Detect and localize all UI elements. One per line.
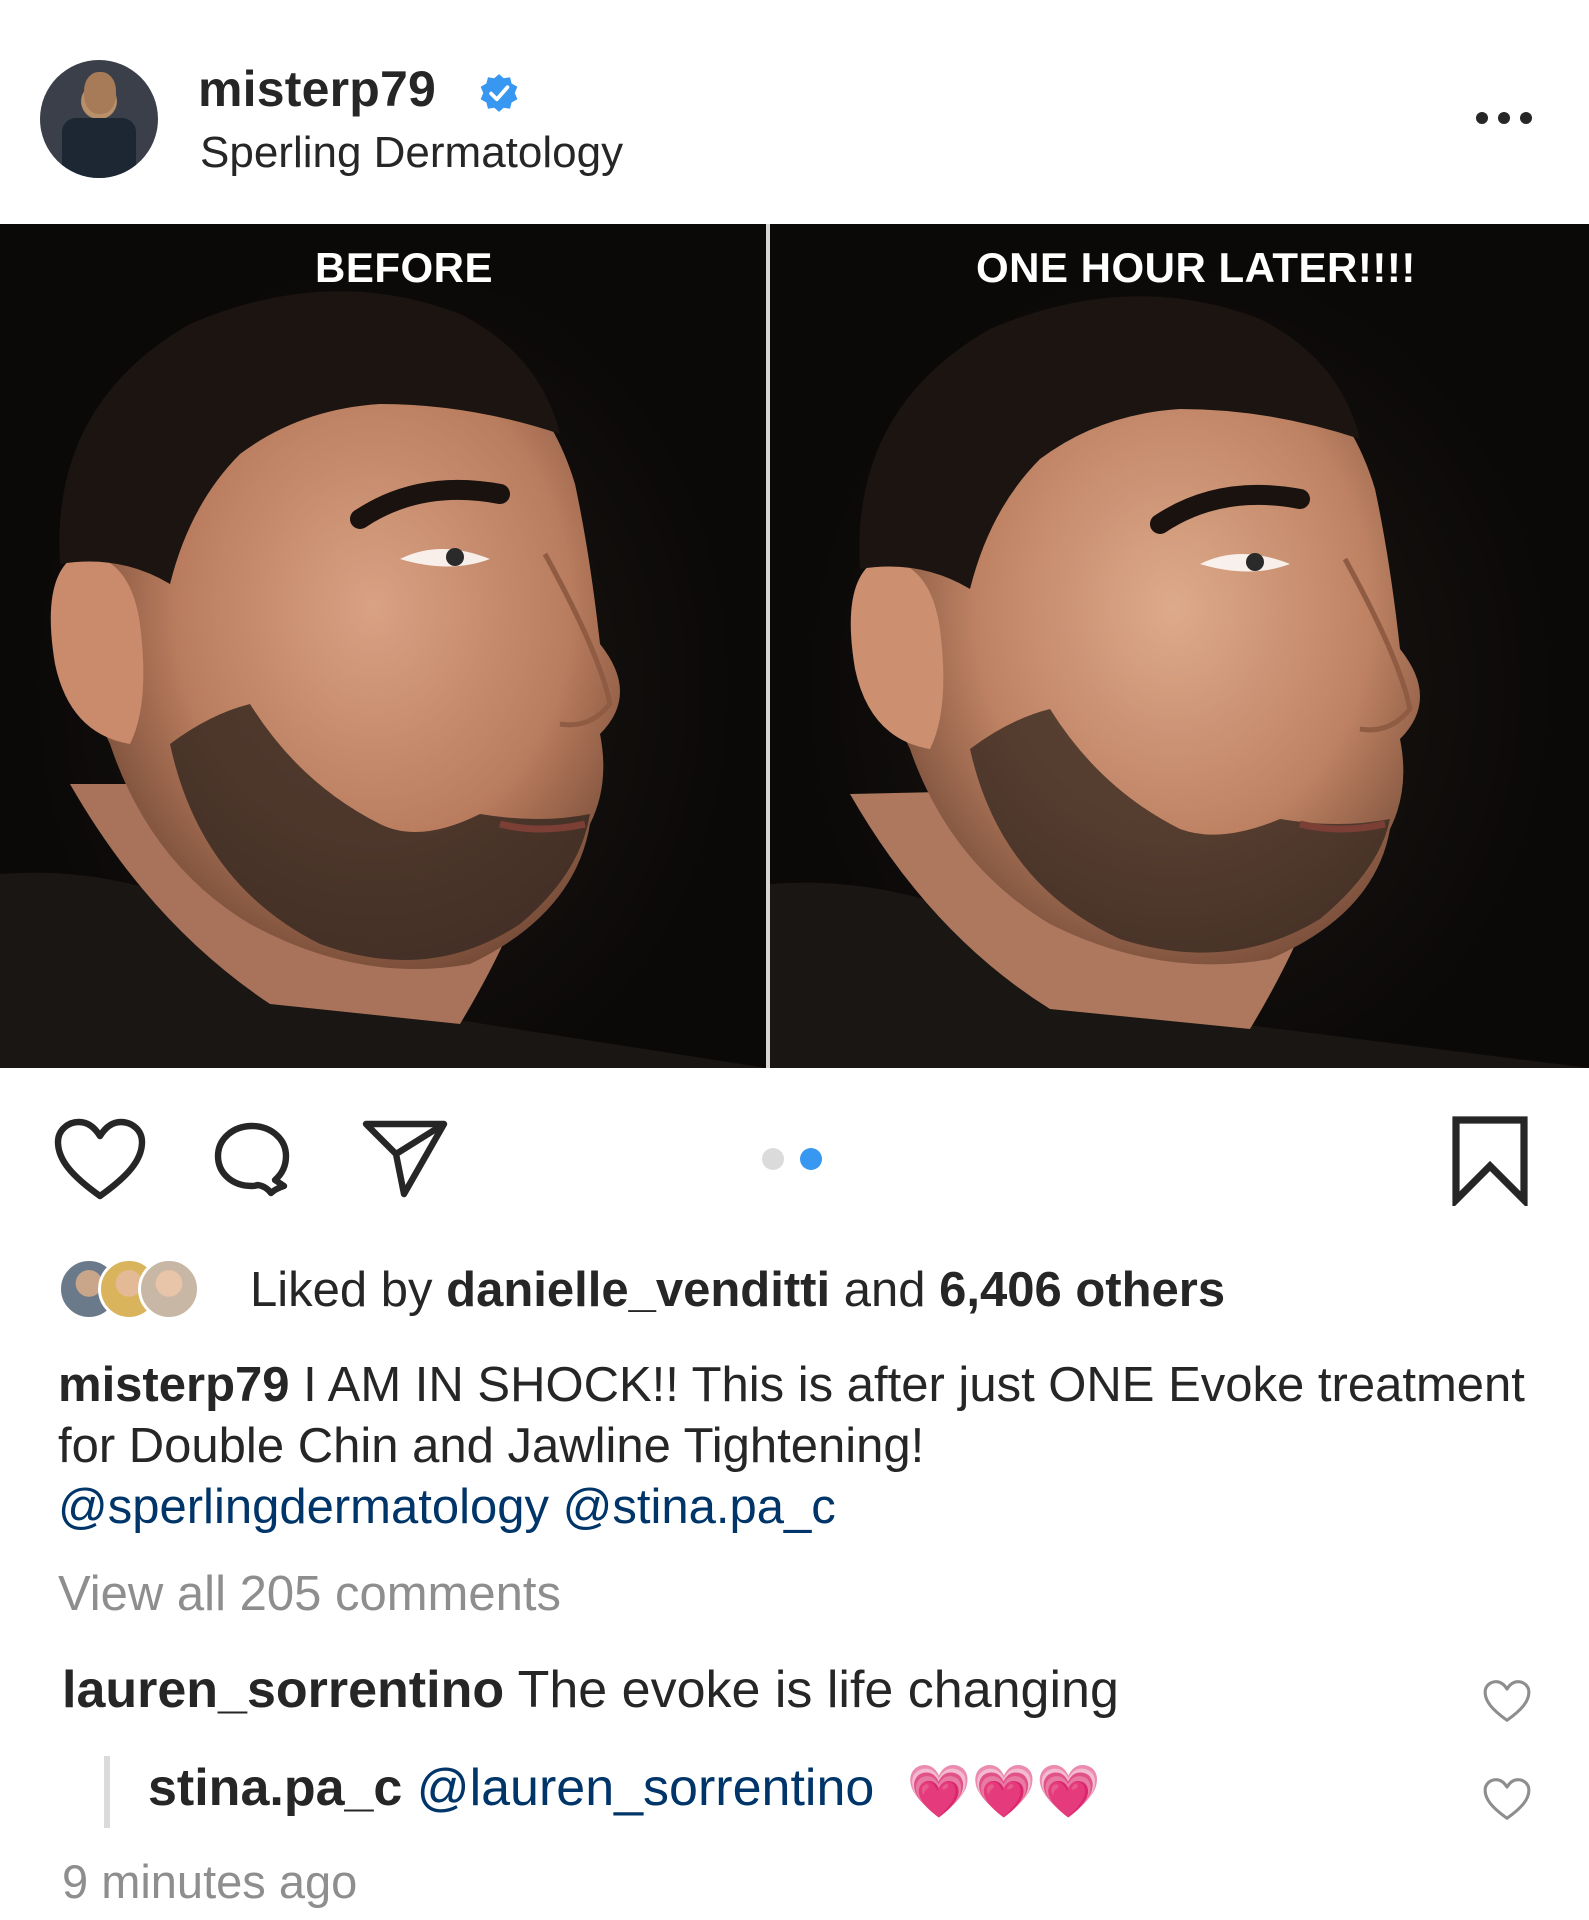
after-label: ONE HOUR LATER!!!! — [976, 244, 1416, 291]
post-header: misterp79 Sperling Dermatology — [0, 0, 1589, 224]
caption-username[interactable]: misterp79 — [58, 1358, 290, 1412]
heart-emojis: 💗💗💗 — [906, 1762, 1101, 1821]
liker-avatar — [138, 1258, 200, 1320]
before-photo: BEFORE — [0, 224, 766, 1068]
avatar-shirt — [62, 118, 136, 178]
after-photo: ONE HOUR LATER!!!! — [770, 224, 1589, 1068]
carousel-indicator — [762, 1148, 832, 1172]
post-image[interactable]: BEFORE ONE HOUR LATER!!!! — [0, 224, 1589, 1068]
post-username[interactable]: misterp79 — [198, 60, 436, 118]
comment-text: The evoke is life changing — [504, 1661, 1119, 1719]
mention-link[interactable]: @sperlingdermatology — [58, 1480, 549, 1534]
after-face-image — [770, 296, 1589, 1068]
view-all-comments-link[interactable]: View all 205 comments — [58, 1566, 561, 1622]
reply-like-heart-icon[interactable] — [1482, 1776, 1532, 1822]
likes-summary[interactable]: Liked by danielle_venditti and 6,406 oth… — [58, 1254, 1458, 1326]
before-label: BEFORE — [315, 244, 494, 291]
reply-username[interactable]: stina.pa_c — [148, 1759, 402, 1817]
mention-link[interactable]: @stina.pa_c — [563, 1480, 836, 1534]
carousel-dot-1[interactable] — [762, 1148, 784, 1170]
post-caption: misterp79 I AM IN SHOCK!! This is after … — [58, 1355, 1528, 1538]
verified-badge-icon — [480, 74, 518, 112]
heart-icon[interactable] — [52, 1116, 148, 1202]
post-timestamp: 9 minutes ago — [62, 1855, 358, 1908]
reply-mention[interactable]: @lauren_sorrentino — [417, 1759, 875, 1817]
likes-count[interactable]: 6,406 others — [939, 1263, 1225, 1317]
reply-indent-bar — [104, 1756, 110, 1828]
comment-row: lauren_sorrentino The evoke is life chan… — [62, 1660, 1119, 1720]
bookmark-icon[interactable] — [1450, 1114, 1530, 1206]
post-location[interactable]: Sperling Dermatology — [200, 128, 623, 178]
comment-username[interactable]: lauren_sorrentino — [62, 1661, 504, 1719]
carousel-dot-2[interactable] — [800, 1148, 822, 1170]
comment-like-heart-icon[interactable] — [1482, 1678, 1532, 1724]
more-options-icon[interactable] — [1474, 108, 1534, 128]
user-avatar[interactable] — [40, 60, 158, 178]
before-face-image — [0, 291, 766, 1068]
reply-row: stina.pa_c @lauren_sorrentino 💗💗💗 — [148, 1758, 1101, 1822]
comment-icon[interactable] — [208, 1116, 296, 1204]
liker-username[interactable]: danielle_venditti — [446, 1263, 830, 1317]
avatar-head — [84, 72, 116, 114]
likes-text: Liked by danielle_venditti and 6,406 oth… — [250, 1263, 1226, 1317]
paper-plane-icon[interactable] — [360, 1116, 450, 1200]
